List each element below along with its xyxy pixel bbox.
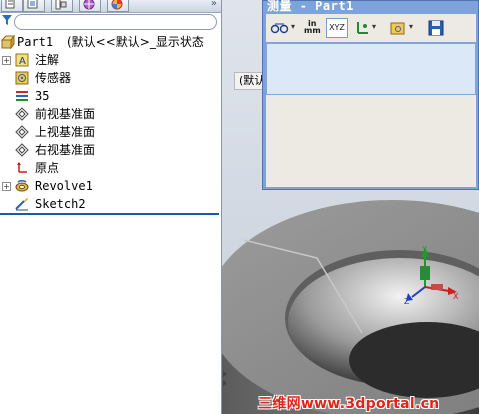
measure-dialog-body: [266, 95, 476, 187]
measure-toolbar: ▾ in mm XYZ ▾ ▾: [266, 14, 476, 42]
panel-resize-grip-icon[interactable]: [222, 368, 228, 390]
dimxpert-tab[interactable]: [79, 0, 101, 12]
xyz-label: XYZ: [329, 23, 345, 32]
annotations-icon: A: [15, 53, 29, 67]
revolve-icon: [15, 180, 29, 192]
svg-text:X: X: [453, 292, 459, 301]
display-manager-icon: [111, 0, 123, 10]
tree-item-label: 前视基准面: [35, 107, 96, 121]
tree-item-label: 注解: [35, 53, 60, 67]
configuration-icon: [55, 0, 67, 10]
feature-manager-panel: » Part1 (默认<<默认>_显示状态 + A 注解 传感器 35 前视基准…: [0, 0, 222, 414]
tree-item-revolve1[interactable]: + Revolve1: [0, 177, 221, 195]
svg-text:Z: Z: [404, 297, 410, 306]
chevron-down-icon[interactable]: ▾: [291, 22, 295, 31]
tree-empty-area: [0, 216, 221, 414]
svg-text:Y: Y: [421, 245, 427, 254]
tree-item-right-plane[interactable]: 右视基准面: [0, 141, 221, 159]
tree-item-label: 原点: [35, 161, 60, 175]
watermark-text: 三维网www.3dportal.cn: [258, 396, 440, 412]
tree-item-sketch2[interactable]: Sketch2: [0, 195, 221, 213]
origin-icon: [17, 162, 27, 173]
configuration-manager-tab[interactable]: [51, 0, 73, 12]
plane-icon: [15, 125, 29, 139]
feature-manager-tab[interactable]: [1, 0, 23, 12]
tree-item-material[interactable]: 35: [0, 87, 221, 105]
dimxpert-icon: [83, 0, 95, 10]
svg-text:A: A: [19, 56, 26, 67]
chevron-down-icon[interactable]: ▾: [372, 22, 376, 31]
tree-item-label: 35: [35, 89, 50, 103]
sensors-icon: [15, 71, 29, 85]
tree-item-label: Revolve1: [35, 179, 93, 193]
tree-filter-input[interactable]: [14, 14, 217, 30]
plane-icon: [15, 143, 29, 157]
units-precision-button[interactable]: in mm: [304, 20, 324, 38]
chevron-down-icon[interactable]: ▾: [409, 22, 413, 31]
sensor-folder-icon[interactable]: [390, 20, 406, 38]
more-tabs-icon[interactable]: »: [211, 0, 217, 9]
expand-toggle[interactable]: +: [2, 56, 11, 65]
feature-tree-icon: [5, 0, 15, 9]
tree-item-origin[interactable]: 原点: [0, 159, 221, 177]
arc-circle-measure-icon[interactable]: [270, 20, 290, 38]
tree-item-label: 右视基准面: [35, 143, 96, 157]
panel-tab-bar: »: [0, 0, 221, 13]
tree-item-label: 传感器: [35, 71, 72, 85]
tree-root-part[interactable]: Part1 (默认<<默认>_显示状态: [0, 33, 221, 51]
show-xyz-button[interactable]: XYZ: [326, 18, 348, 38]
tree-item-top-plane[interactable]: 上视基准面: [0, 123, 221, 141]
tree-item-label: 上视基准面: [35, 125, 96, 139]
measure-dialog[interactable]: 测量 - Part1 ▾ in mm XYZ ▾ ▾: [262, 0, 479, 190]
tree-item-sensors[interactable]: 传感器: [0, 69, 221, 87]
filter-row: [0, 13, 221, 31]
units-mm-label: mm: [304, 26, 321, 35]
plane-icon: [15, 107, 29, 121]
property-icon: [27, 0, 38, 9]
material-icon: [16, 91, 28, 101]
display-manager-tab[interactable]: [107, 0, 129, 12]
tree-item-label: Sketch2: [35, 197, 86, 211]
part-icon: [1, 35, 15, 49]
expand-toggle[interactable]: +: [2, 182, 11, 191]
feature-tree: Part1 (默认<<默认>_显示状态 + A 注解 传感器 35 前视基准面 …: [0, 33, 221, 213]
root-config-label: (默认<<默认>_显示状态: [67, 35, 204, 49]
point-to-point-icon[interactable]: [354, 20, 370, 38]
sketch-icon: [15, 198, 28, 211]
tree-item-annotations[interactable]: + A 注解: [0, 51, 221, 69]
property-manager-tab[interactable]: [23, 0, 45, 12]
rollback-bar[interactable]: [0, 213, 219, 215]
measure-dialog-title: 测量 - Part1: [267, 0, 354, 13]
filter-icon: [2, 15, 12, 25]
measure-results-box[interactable]: [266, 43, 476, 95]
save-icon[interactable]: [428, 20, 444, 38]
root-part-label: Part1: [17, 35, 54, 49]
tree-item-front-plane[interactable]: 前视基准面: [0, 105, 221, 123]
